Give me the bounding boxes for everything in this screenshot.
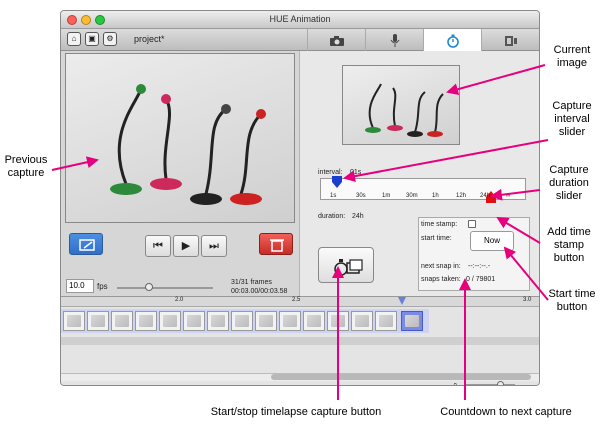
annotation-arrows bbox=[51, 64, 549, 400]
arrow-add-timestamp bbox=[496, 216, 541, 244]
arrow-capture-duration bbox=[490, 188, 541, 201]
arrow-capture-interval bbox=[343, 139, 549, 183]
annotation-countdown: Countdown to next capture bbox=[440, 406, 572, 418]
annotation-previous-capture: Previous capture bbox=[4, 154, 48, 179]
annotation-capture-interval: Capture interval slider bbox=[552, 100, 592, 138]
arrow-current-image bbox=[446, 64, 546, 96]
annotation-current-image: Current image bbox=[553, 44, 591, 69]
arrow-previous-capture bbox=[51, 156, 99, 171]
annotation-capture-duration: Capture duration slider bbox=[549, 164, 589, 202]
annotation-start-stop: Start/stop timelapse capture button bbox=[210, 406, 382, 418]
annotation-add-timestamp: Add time stamp button bbox=[547, 226, 591, 264]
annotation-start-time: Start time button bbox=[548, 288, 596, 313]
